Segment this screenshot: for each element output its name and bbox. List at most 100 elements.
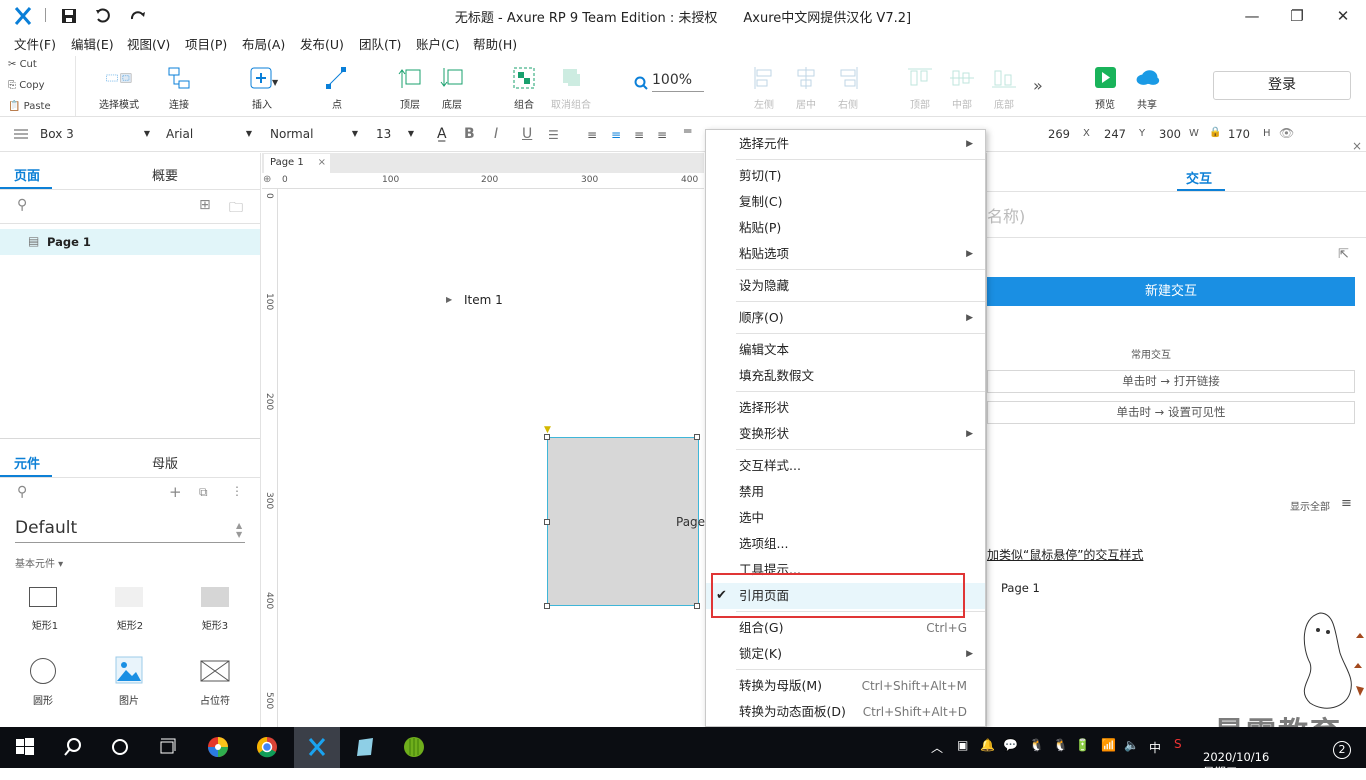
group-button[interactable]: 组合	[509, 66, 539, 111]
volume-icon[interactable]: 🔈	[1124, 738, 1139, 752]
wechat-icon[interactable]: 💬	[1003, 738, 1018, 752]
sogou-ime-icon[interactable]: S	[1174, 737, 1182, 751]
align-top-button[interactable]: 顶部	[905, 66, 935, 111]
copy-button[interactable]: ⎘ Copy	[8, 80, 45, 91]
section-basic-widgets[interactable]: 基本元件 ▾	[15, 555, 63, 570]
selected-box-widget[interactable]: Page	[547, 437, 705, 606]
rectangle1-widget-icon[interactable]	[29, 587, 57, 607]
qq-icon-2[interactable]: 🐧	[1053, 738, 1068, 752]
menu-publish[interactable]: 发布(U)	[300, 34, 344, 53]
clock-date[interactable]: 2020/10/16 星期五	[1203, 750, 1269, 780]
align-bottom-button[interactable]: 底部	[989, 66, 1019, 111]
tab-pages[interactable]: 页面	[14, 165, 40, 184]
more-format-icon[interactable]: ═	[684, 124, 691, 138]
send-to-back-button[interactable]: 底层	[437, 66, 467, 111]
ctx-select-widget[interactable]: 选择元件 ▶	[706, 131, 985, 157]
insert-button[interactable]: 插入	[242, 66, 282, 111]
ctx-option-group[interactable]: 选项组...	[706, 531, 985, 557]
notification-count-badge[interactable]: 2	[1333, 741, 1351, 759]
library-more-icon[interactable]: ⋮	[231, 484, 243, 498]
chrome-icon[interactable]	[256, 736, 278, 758]
windows-start-icon[interactable]	[14, 736, 36, 758]
menu-file[interactable]: 文件(F)	[14, 34, 56, 53]
expand-icon[interactable]: ⇱	[1338, 247, 1349, 262]
ime-indicator[interactable]: 中	[1149, 739, 1161, 756]
menu-project[interactable]: 项目(P)	[185, 34, 227, 53]
resize-handle[interactable]	[694, 603, 700, 609]
resize-handle[interactable]	[694, 434, 700, 440]
align-text-right-icon[interactable]: ≡	[634, 128, 644, 142]
menu-account[interactable]: 账户(C)	[416, 34, 459, 53]
color-wheel-app-icon[interactable]	[207, 736, 229, 758]
page-tree-item[interactable]: ▤ Page 1	[0, 229, 260, 255]
bullet-list-icon[interactable]: ☰	[548, 128, 559, 142]
close-tab-icon[interactable]: ×	[318, 154, 326, 172]
share-button[interactable]: 共享	[1130, 66, 1164, 111]
font-weight-select[interactable]: Normal ▼	[262, 121, 364, 147]
ctx-interaction-styles[interactable]: 交互样式...	[706, 453, 985, 479]
ctx-selected[interactable]: 选中	[706, 505, 985, 531]
page-search-icon[interactable]: ⚲	[17, 197, 27, 213]
panel-splitter[interactable]	[0, 438, 260, 439]
close-button[interactable]: ✕	[1333, 6, 1353, 26]
menu-edit[interactable]: 编辑(E)	[71, 34, 114, 53]
add-folder-icon[interactable]: 🗀	[229, 197, 243, 221]
minimize-button[interactable]: —	[1242, 6, 1262, 26]
add-library-icon[interactable]: +	[169, 483, 182, 501]
notification-bell-icon[interactable]: 🔔	[980, 738, 995, 752]
text-color-icon[interactable]: A̲	[437, 126, 447, 142]
select-mode-button[interactable]: 选择模式	[90, 66, 148, 111]
maximize-button[interactable]: ❐	[1287, 6, 1307, 26]
library-manage-icon[interactable]: ⧉	[199, 485, 208, 500]
italic-icon[interactable]: I	[494, 126, 498, 142]
qq-icon[interactable]: 🐧	[1029, 738, 1044, 752]
visibility-eye-icon[interactable]: 👁	[1279, 126, 1294, 140]
notes-app-icon[interactable]	[354, 736, 376, 758]
tab-masters[interactable]: 母版	[152, 453, 178, 472]
tab-interactions[interactable]: 交互	[1186, 168, 1212, 187]
list-menu-icon[interactable]: ≡	[1341, 496, 1352, 511]
align-left-button[interactable]: 左侧	[749, 66, 779, 111]
click-set-visible-button[interactable]: 单击时 → 设置可见性	[987, 401, 1355, 424]
add-hover-style-link[interactable]: 加类似“鼠标悬停”的交互样式	[987, 546, 1143, 563]
ctx-cut[interactable]: 剪切(T)	[706, 163, 985, 189]
menu-layout[interactable]: 布局(A)	[242, 34, 285, 53]
w-value[interactable]: 300	[1159, 127, 1181, 141]
ctx-copy[interactable]: 复制(C)	[706, 189, 985, 215]
align-text-center-icon[interactable]: ≡	[611, 128, 621, 142]
font-size-select[interactable]: 13 ▼	[368, 121, 420, 147]
ctx-lock[interactable]: 锁定(K) ▶	[706, 641, 985, 667]
axure-taskbar-icon[interactable]	[306, 736, 328, 758]
task-view-icon[interactable]	[157, 736, 179, 758]
font-family-select[interactable]: Arial ▼	[158, 121, 258, 147]
bold-icon[interactable]: B	[464, 126, 475, 142]
widget-list-icon[interactable]	[14, 128, 28, 140]
ctx-paste[interactable]: 粘贴(P)	[706, 215, 985, 241]
click-open-link-button[interactable]: 单击时 → 打开链接	[987, 370, 1355, 393]
close-panel-icon[interactable]: ×	[1352, 139, 1362, 153]
ctx-order[interactable]: 顺序(O) ▶	[706, 305, 985, 331]
show-all-link[interactable]: 显示全部	[1290, 498, 1330, 513]
connect-button[interactable]: 连接	[164, 66, 194, 111]
ctx-group[interactable]: 组合(G) Ctrl+G	[706, 615, 985, 641]
library-select[interactable]: Default	[15, 518, 245, 543]
rectangle2-widget-icon[interactable]	[115, 587, 143, 607]
bring-to-front-button[interactable]: 顶层	[395, 66, 425, 111]
tab-widgets[interactable]: 元件	[14, 453, 40, 472]
rectangle3-widget-icon[interactable]	[201, 587, 229, 607]
ctx-select-shape[interactable]: 选择形状	[706, 395, 985, 421]
image-widget-icon[interactable]	[115, 656, 143, 684]
network-icon[interactable]: 📶	[1101, 738, 1116, 752]
add-page-icon[interactable]: ⊞	[199, 197, 211, 213]
login-button[interactable]: 登录	[1213, 71, 1351, 100]
tray-expand-icon[interactable]: ︿	[931, 739, 943, 756]
align-middle-button[interactable]: 中部	[947, 66, 977, 111]
align-right-button[interactable]: 右侧	[833, 66, 863, 111]
placeholder-widget-icon[interactable]	[200, 660, 230, 682]
ctx-set-hidden[interactable]: 设为隐藏	[706, 273, 985, 299]
justify-text-icon[interactable]: ≡	[657, 128, 667, 142]
cortana-icon[interactable]	[109, 736, 131, 758]
preview-button[interactable]: 预览	[1090, 66, 1120, 111]
ruler-origin-icon[interactable]: ⊕	[263, 174, 271, 185]
resize-handle[interactable]	[544, 519, 550, 525]
